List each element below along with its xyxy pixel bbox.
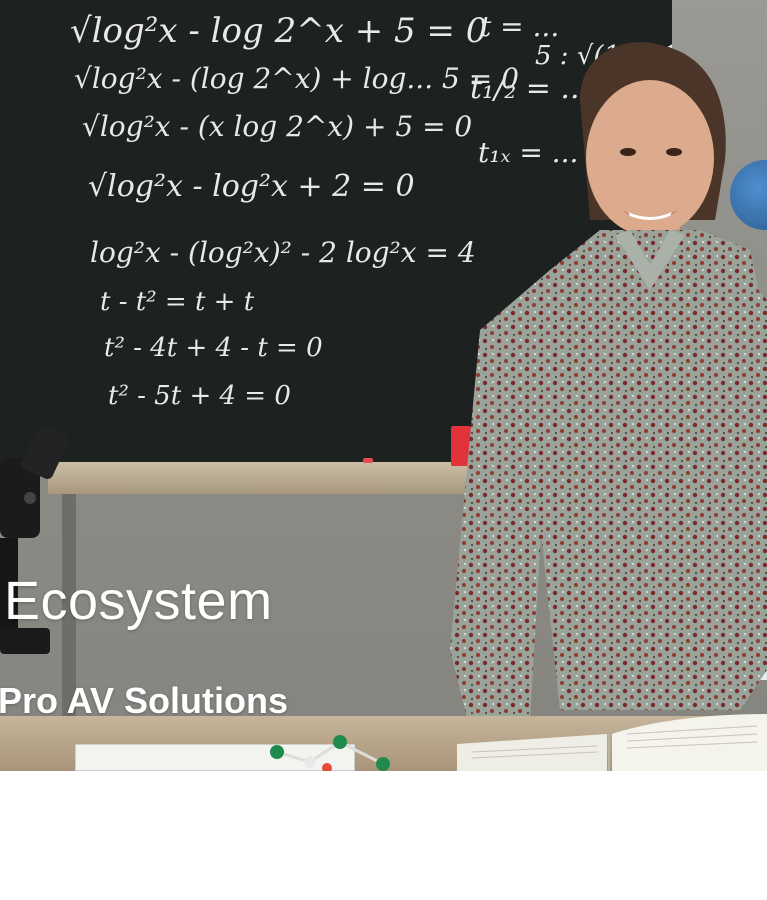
hero-subtitle: Pro AV Solutions xyxy=(0,680,289,721)
equation-line: √log²x - log²x + 2 = 0 xyxy=(88,169,415,204)
chalk-ledge xyxy=(48,462,478,494)
chalk-piece xyxy=(363,458,373,463)
molecule-model-icon xyxy=(270,735,390,771)
equation-line: log²x - (log²x)² - 2 log²x = 4 xyxy=(90,236,476,269)
hero-title: Ecosystem xyxy=(4,571,273,631)
equation-line: √log²x - log 2^x + 5 = 0 xyxy=(70,11,487,51)
equation-line: √log²x - (x log 2^x) + 5 = 0 xyxy=(82,110,472,143)
open-book-icon xyxy=(457,714,767,771)
equation-line: t - t² = t + t xyxy=(100,287,255,317)
page-blank-area xyxy=(0,771,767,900)
equation-line: t² - 5t + 4 = 0 xyxy=(108,381,291,411)
hero-banner: √log²x - log 2^x + 5 = 0 √log²x - (log 2… xyxy=(0,0,767,771)
microscope-icon xyxy=(0,428,69,654)
equation-line: t² - 4t + 4 - t = 0 xyxy=(104,333,323,363)
teacher-figure xyxy=(440,42,767,753)
